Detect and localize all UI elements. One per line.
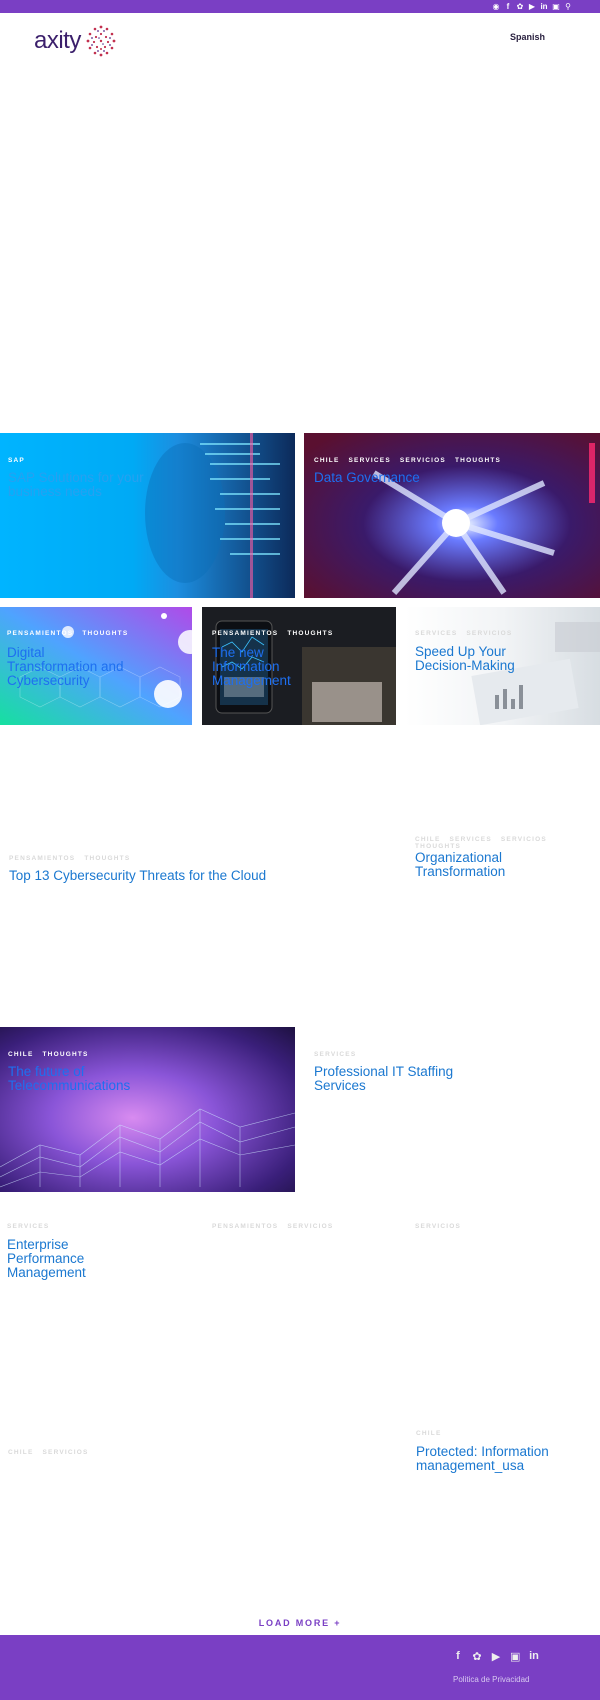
category-tag[interactable]: SERVICES: [314, 1051, 356, 1058]
category-tag[interactable]: CHILE: [416, 1430, 442, 1437]
post-card-cybersecurity-threats[interactable]: PENSAMIENTOS THOUGHTS Top 13 Cybersecuri…: [0, 735, 396, 995]
category-tag[interactable]: THOUGHTS: [43, 1051, 89, 1058]
post-title[interactable]: Speed Up Your Decision-Making: [415, 645, 535, 673]
post-card-speed-up[interactable]: SERVICES SERVICIOS Speed Up Your Decisio…: [405, 607, 600, 725]
search-icon[interactable]: ⚲: [564, 2, 572, 11]
post-categories: PENSAMIENTOS THOUGHTS: [7, 630, 134, 637]
post-categories: SERVICES SERVICIOS: [415, 630, 518, 637]
post-card-data-governance[interactable]: CHILE SERVICES SERVICIOS THOUGHTS Data G…: [304, 433, 600, 598]
post-card-it-staffing[interactable]: SERVICES Professional IT Staffing Servic…: [304, 1027, 600, 1192]
post-image: [0, 433, 295, 598]
twitter-icon[interactable]: ✿: [472, 1650, 482, 1663]
category-tag[interactable]: PENSAMIENTOS: [7, 630, 73, 637]
category-tag[interactable]: SERVICIOS: [43, 1449, 89, 1456]
post-categories: PENSAMIENTOS SERVICIOS: [212, 1223, 339, 1230]
category-tag[interactable]: THOUGHTS: [455, 457, 501, 464]
post-title[interactable]: Digital Transformation and Cybersecurity: [7, 646, 137, 688]
post-title[interactable]: Data Governance: [314, 471, 514, 485]
post-categories: SERVICES: [7, 1223, 55, 1230]
linkedin-icon[interactable]: in: [529, 1650, 539, 1663]
category-tag[interactable]: SERVICIOS: [415, 1223, 461, 1230]
top-social-bar: ◉ f ✿ ▶ in ▣ ⚲: [0, 0, 600, 13]
post-card-organizational-transformation[interactable]: CHILE SERVICES SERVICIOS THOUGHTS Organi…: [405, 735, 600, 995]
post-categories: CHILE THOUGHTS: [8, 1051, 95, 1058]
post-categories: CHILE: [416, 1430, 448, 1437]
category-tag[interactable]: CHILE: [314, 457, 340, 464]
post-title[interactable]: Professional IT Staffing Services: [314, 1065, 474, 1093]
facebook-icon[interactable]: f: [504, 2, 512, 11]
post-card[interactable]: CHILE SERVICIOS: [0, 1445, 396, 1605]
category-tag[interactable]: THOUGHTS: [84, 855, 130, 862]
category-tag[interactable]: SERVICES: [415, 630, 457, 637]
facebook-icon[interactable]: f: [453, 1650, 463, 1663]
post-card-sap[interactable]: SAP SAP Solutions for your business need…: [0, 433, 295, 598]
category-tag[interactable]: THOUGHTS: [287, 630, 333, 637]
post-title[interactable]: Protected: Information management_usa: [416, 1445, 596, 1473]
post-categories: CHILE SERVICIOS: [8, 1449, 95, 1456]
category-tag[interactable]: SERVICIOS: [400, 457, 446, 464]
privacy-policy-link[interactable]: Politica de Privacidad: [453, 1675, 529, 1684]
post-title[interactable]: SAP Solutions for your business needs: [8, 471, 158, 499]
category-tag[interactable]: SERVICES: [7, 1223, 49, 1230]
category-tag[interactable]: SERVICIOS: [501, 836, 547, 843]
instagram-icon[interactable]: ▣: [510, 1650, 520, 1663]
category-tag[interactable]: SERVICIOS: [287, 1223, 333, 1230]
post-card-protected-information-management[interactable]: CHILE Protected: Information management_…: [405, 1420, 600, 1600]
category-tag[interactable]: PENSAMIENTOS: [9, 855, 75, 862]
site-footer: f ✿ ▶ ▣ in Politica de Privacidad: [0, 1635, 600, 1700]
post-categories: SAP: [8, 457, 31, 464]
logo-text: axity: [34, 27, 81, 54]
post-card-telecommunications[interactable]: CHILE THOUGHTS The future of Telecommuni…: [0, 1027, 295, 1192]
youtube-icon[interactable]: ▶: [528, 2, 536, 11]
category-tag[interactable]: CHILE: [415, 836, 441, 843]
category-tag[interactable]: THOUGHTS: [82, 630, 128, 637]
category-tag[interactable]: SAP: [8, 457, 25, 464]
site-logo[interactable]: axity: [34, 23, 119, 59]
load-more-button[interactable]: LOAD MORE +: [0, 1618, 600, 1628]
post-categories: SERVICES: [314, 1051, 362, 1058]
post-title[interactable]: Top 13 Cybersecurity Threats for the Clo…: [9, 869, 389, 883]
category-tag[interactable]: THOUGHTS: [415, 843, 461, 850]
post-title[interactable]: The future of Telecommunications: [8, 1065, 168, 1093]
category-tag[interactable]: SERVICIOS: [466, 630, 512, 637]
category-tag[interactable]: CHILE: [8, 1051, 34, 1058]
twitter-icon[interactable]: ✿: [516, 2, 524, 11]
category-tag[interactable]: CHILE: [8, 1449, 34, 1456]
instagram-icon[interactable]: ▣: [552, 2, 560, 11]
footer-social-icons: f ✿ ▶ ▣ in: [453, 1650, 539, 1663]
post-categories: PENSAMIENTOS THOUGHTS: [9, 855, 136, 862]
site-header: axity Spanish: [0, 13, 600, 73]
post-categories: PENSAMIENTOS THOUGHTS: [212, 630, 339, 637]
tripadvisor-icon[interactable]: ◉: [492, 2, 500, 11]
category-tag[interactable]: PENSAMIENTOS: [212, 1223, 278, 1230]
post-title[interactable]: Enterprise Performance Management: [7, 1238, 117, 1280]
post-title[interactable]: The new Information Management: [212, 646, 322, 688]
post-card[interactable]: PENSAMIENTOS SERVICIOS: [202, 1215, 396, 1445]
language-switcher[interactable]: Spanish: [510, 32, 545, 42]
youtube-icon[interactable]: ▶: [491, 1650, 501, 1663]
post-card-enterprise-performance[interactable]: SERVICES Enterprise Performance Manageme…: [0, 1215, 192, 1445]
post-card-digital-transformation[interactable]: PENSAMIENTOS THOUGHTS Digital Transforma…: [0, 607, 192, 725]
category-tag[interactable]: PENSAMIENTOS: [212, 630, 278, 637]
linkedin-icon[interactable]: in: [540, 2, 548, 11]
social-icons: ◉ f ✿ ▶ in ▣ ⚲: [492, 2, 572, 11]
category-tag[interactable]: SERVICES: [450, 836, 492, 843]
post-categories: SERVICIOS: [415, 1223, 467, 1230]
logo-dots-icon: [86, 25, 116, 57]
post-card-information-management[interactable]: PENSAMIENTOS THOUGHTS The new Informatio…: [202, 607, 396, 725]
post-categories: CHILE SERVICES SERVICIOS THOUGHTS: [415, 836, 600, 850]
post-categories: CHILE SERVICES SERVICIOS THOUGHTS: [314, 457, 507, 464]
post-title[interactable]: Organizational Transformation: [415, 851, 535, 879]
post-card[interactable]: SERVICIOS: [405, 1215, 600, 1415]
category-tag[interactable]: SERVICES: [349, 457, 391, 464]
